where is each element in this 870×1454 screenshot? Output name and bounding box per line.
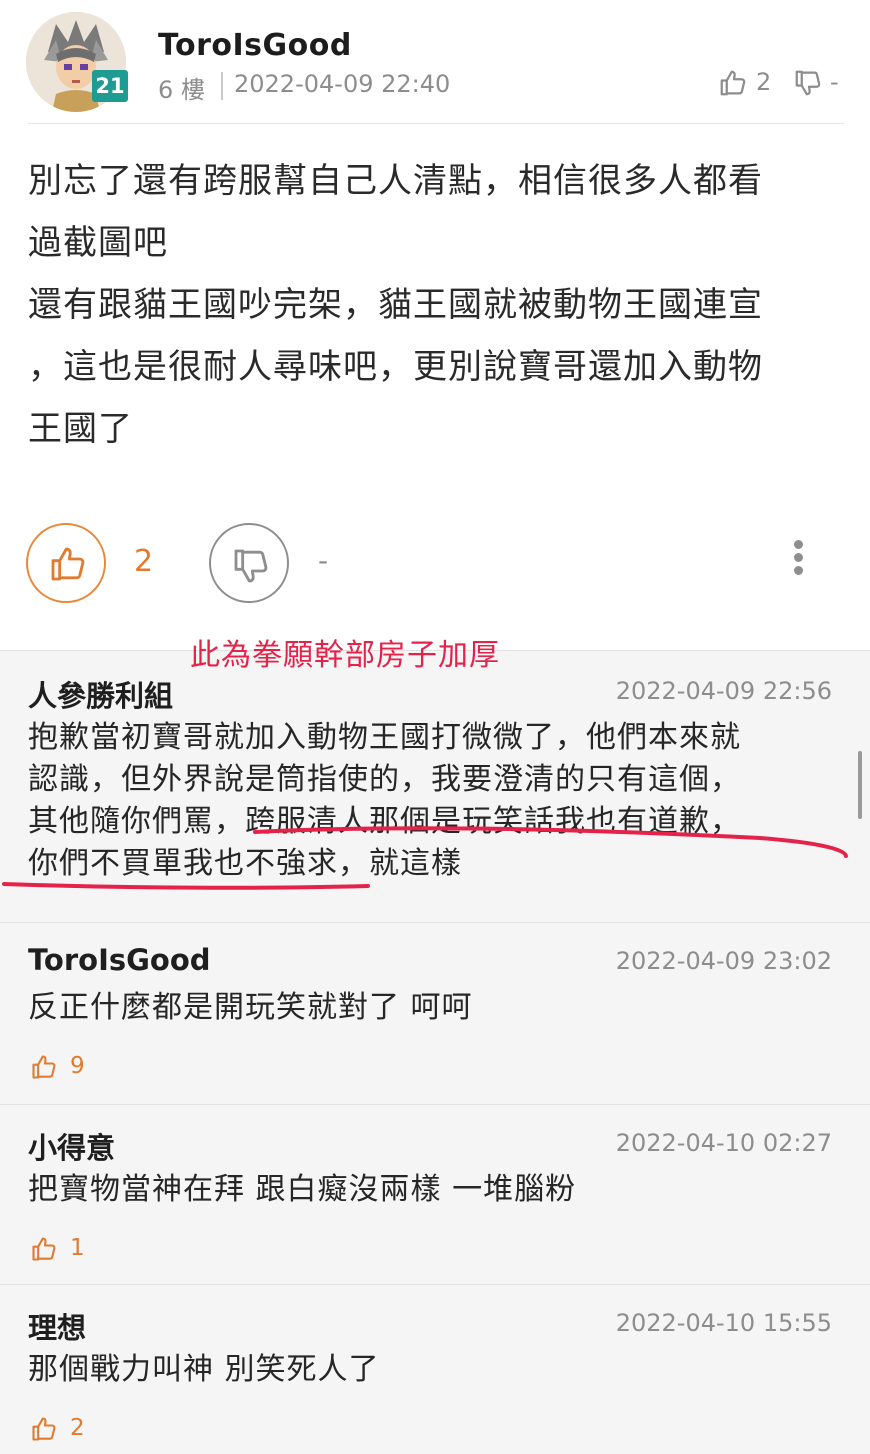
comment-text: 抱歉當初寶哥就加入動物王國打微微了，他們本來就 認識，但外界說是筒指使的，我要澄… [28,717,741,885]
post-content-line: 還有跟貓王國吵完架，貓王國就被動物王國連宣 [28,285,763,325]
comment-text: 那個戰力叫神 別笑死人了 [28,1349,380,1391]
comment-text-line: 認識，但外界說是筒指使的，我要澄清的只有這個， [28,762,741,797]
like-count: 2 [134,544,154,579]
comment-text-line: 其他隨你們罵，跨服清人那個是玩笑話我也有道歉， [28,804,741,839]
thumbs-up-icon [32,1417,56,1441]
comment-author[interactable]: 小得意 [28,1125,115,1167]
header-like-count: 2 [756,68,772,96]
thumbs-down-icon[interactable] [793,68,823,98]
red-annotation-text: 此為拳願幹部房子加厚 [190,638,500,673]
like-button[interactable] [26,523,106,603]
comment-item: 小得意 2022-04-10 02:27 把寶物當神在拜 跟白癡沒兩樣 一堆腦粉… [0,1105,870,1285]
dislike-count: - [318,544,329,577]
comment-like-count: 9 [70,1053,85,1079]
comment-text-line: 反正什麼都是開玩笑就對了 呵呵 [28,990,473,1025]
user-level-badge: 21 [92,70,128,102]
post-content-line: 過截圖吧 [28,223,168,263]
comment-item: 理想 2022-04-10 15:55 那個戰力叫神 別笑死人了 2 [0,1285,870,1454]
scrollbar-thumb[interactable] [858,751,862,819]
header-separator [221,72,223,100]
comment-item: 人參勝利組 2022-04-09 22:56 抱歉當初寶哥就加入動物王國打微微了… [0,651,870,923]
comment-text-line: 那個戰力叫神 別笑死人了 [28,1352,380,1387]
comment-like-count: 2 [70,1415,85,1441]
header-divider [28,123,844,124]
comment-text-line: 把寶物當神在拜 跟白癡沒兩樣 一堆腦粉 [28,1172,577,1207]
comment-timestamp: 2022-04-09 22:56 [615,677,832,705]
post-content-line: 別忘了還有跨服幫自己人清點，相信很多人都看 [28,161,763,201]
post-header: 21 ToroIsGood 6 樓 2022-04-09 22:40 2 - [0,0,870,124]
comments-section: 人參勝利組 2022-04-09 22:56 抱歉當初寶哥就加入動物王國打微微了… [0,650,870,1454]
comment-timestamp: 2022-04-09 23:02 [615,947,832,975]
post-content: 別忘了還有跨服幫自己人清點，相信很多人都看 過截圖吧 還有跟貓王國吵完架，貓王國… [28,150,848,460]
thumbs-up-icon[interactable] [718,68,748,98]
post-author-name[interactable]: ToroIsGood [158,28,352,63]
comment-like-count: 1 [70,1235,85,1261]
comment-author[interactable]: ToroIsGood [28,943,211,977]
comment-text-line: 抱歉當初寶哥就加入動物王國打微微了，他們本來就 [28,720,741,755]
header-dislike-count: - [830,68,839,96]
comment-text: 把寶物當神在拜 跟白癡沒兩樣 一堆腦粉 [28,1169,576,1211]
thumbs-up-icon [32,1055,56,1079]
comment-timestamp: 2022-04-10 15:55 [615,1309,832,1337]
comment-item: ToroIsGood 2022-04-09 23:02 反正什麼都是開玩笑就對了… [0,923,870,1105]
thumbs-down-icon [234,549,268,583]
comment-author[interactable]: 理想 [28,1305,86,1347]
comment-text-line: 你們不買單我也不強求，就這樣 [28,846,462,881]
post-timestamp: 2022-04-09 22:40 [234,70,451,98]
comment-author[interactable]: 人參勝利組 [28,673,173,715]
thumbs-up-icon [32,1237,56,1261]
comment-text: 反正什麼都是開玩笑就對了 呵呵 [28,987,473,1029]
post-content-line: ，這也是很耐人尋味吧，更別說寶哥還加入動物 [28,347,763,387]
thumbs-up-icon [51,547,85,581]
comment-timestamp: 2022-04-10 02:27 [615,1129,832,1157]
dislike-button[interactable] [209,523,289,603]
post-content-line: 王國了 [28,409,133,449]
post-floor-number: 6 樓 [158,76,205,104]
more-vertical-icon[interactable] [788,540,808,580]
